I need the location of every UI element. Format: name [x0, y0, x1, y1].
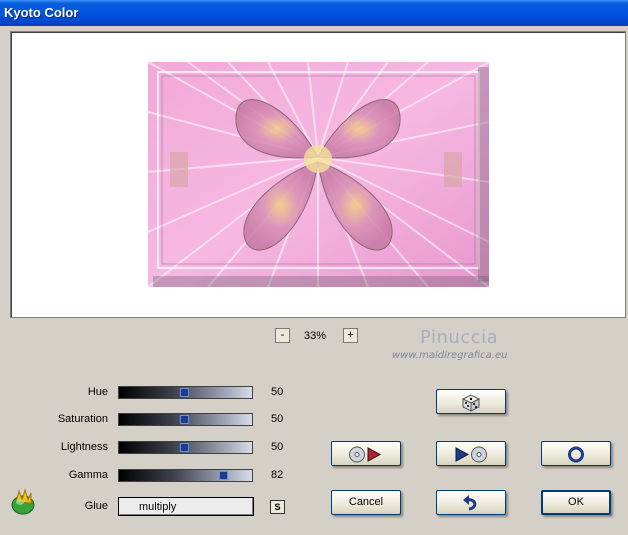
hue-value: 50: [271, 386, 284, 398]
glue-mode-select[interactable]: multiply: [118, 497, 254, 516]
random-button[interactable]: [436, 389, 506, 414]
zoom-level: 33%: [304, 330, 327, 342]
lightness-value: 50: [271, 441, 284, 453]
glue-label: Glue: [84, 500, 108, 512]
undo-arrow-icon: [463, 495, 477, 511]
zoom-in-button[interactable]: +: [343, 328, 358, 343]
hue-slider-thumb[interactable]: [180, 388, 189, 397]
lightness-label: Lightness: [60, 441, 108, 453]
ok-button[interactable]: OK: [541, 490, 611, 515]
preview-image: [148, 62, 489, 287]
saturation-slider[interactable]: [118, 413, 253, 426]
undo-button[interactable]: [436, 490, 506, 515]
disc-play-icon: [349, 446, 382, 463]
cancel-label: Cancel: [348, 496, 384, 508]
ring-icon: [568, 446, 584, 463]
gamma-label: Gamma: [68, 469, 108, 481]
lightness-slider-thumb[interactable]: [180, 443, 189, 452]
dice-icon: [461, 394, 481, 412]
cancel-button[interactable]: Cancel: [331, 490, 401, 515]
hue-label: Hue: [87, 386, 108, 398]
gamma-value: 82: [271, 469, 284, 481]
zoom-out-button[interactable]: -: [275, 328, 290, 343]
saturation-slider-thumb[interactable]: [180, 415, 189, 424]
gamma-slider[interactable]: [118, 469, 253, 482]
apply-back-button[interactable]: [436, 441, 506, 466]
saturation-label: Saturation: [57, 413, 108, 425]
gamma-slider-thumb[interactable]: [219, 471, 228, 480]
preview-panel[interactable]: [10, 31, 626, 318]
reset-button[interactable]: [541, 441, 611, 466]
ok-label: OK: [568, 496, 584, 508]
brand-watermark: Pinuccia: [420, 327, 499, 348]
play-disc-icon: [455, 446, 487, 463]
glue-s-button[interactable]: S: [270, 500, 285, 514]
brand-url: www.maidiregrafica.eu: [392, 350, 508, 361]
apply-forward-button[interactable]: [331, 441, 401, 466]
saturation-value: 50: [271, 413, 284, 425]
hue-slider[interactable]: [118, 386, 253, 399]
window-title: Kyoto Color: [0, 0, 628, 26]
lightness-slider[interactable]: [118, 441, 253, 454]
